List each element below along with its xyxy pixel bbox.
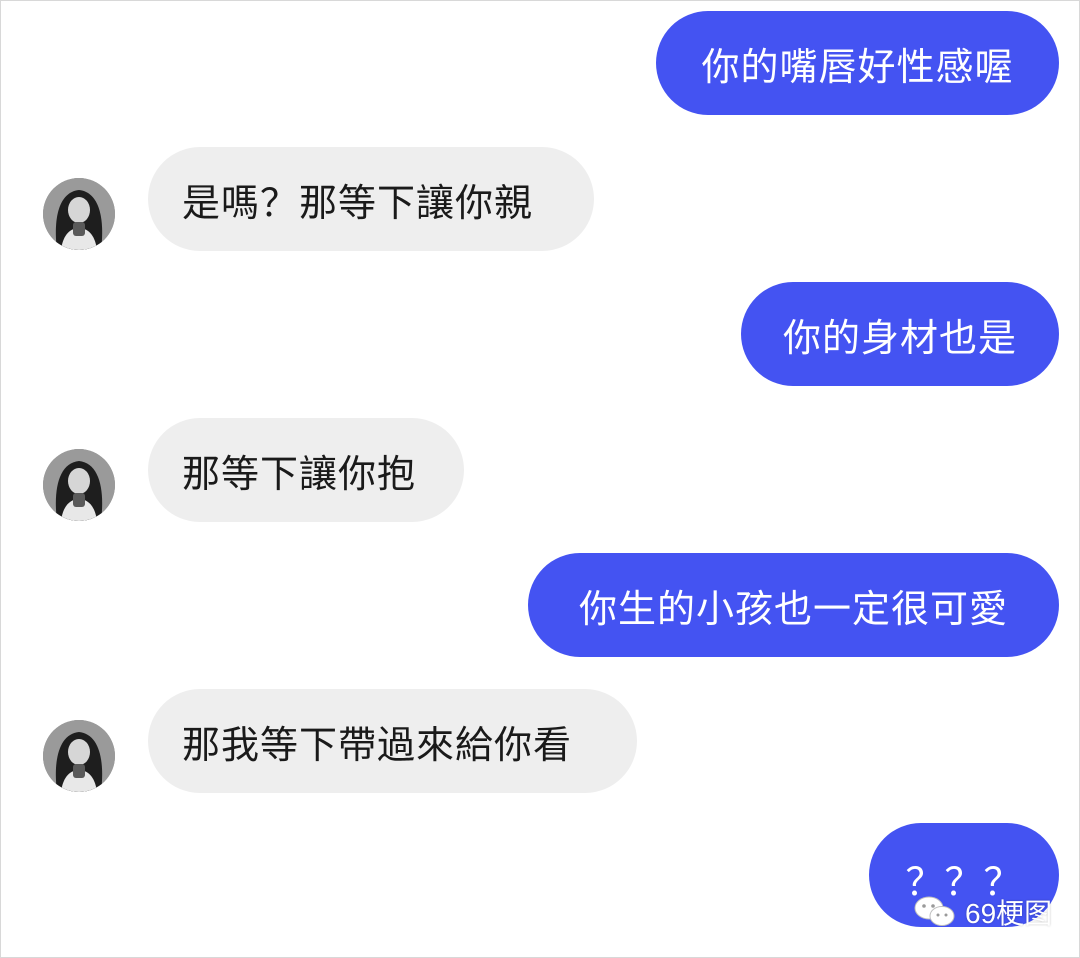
contact-avatar[interactable] bbox=[43, 178, 115, 250]
message-text: 是嗎？那等下讓你親 bbox=[182, 180, 534, 225]
message-bubble-received[interactable]: 那我等下帶過來給你看 bbox=[148, 689, 637, 793]
avatar-photo-icon bbox=[43, 449, 115, 521]
message-text: 你的身材也是 bbox=[782, 315, 1017, 360]
avatar-photo-icon bbox=[43, 720, 115, 792]
contact-avatar[interactable] bbox=[43, 720, 115, 792]
watermark-text: 69梗图 bbox=[965, 898, 1053, 929]
message-text: 那等下讓你抱 bbox=[182, 451, 417, 496]
message-bubble-received[interactable]: 是嗎？那等下讓你親 bbox=[148, 147, 594, 251]
message-bubble-sent[interactable]: 你生的小孩也一定很可愛 bbox=[528, 553, 1059, 657]
message-text: 那我等下帶過來給你看 bbox=[182, 722, 573, 767]
message-text: 你生的小孩也一定很可愛 bbox=[578, 586, 1008, 631]
message-bubble-sent[interactable]: 你的嘴唇好性感喔 bbox=[656, 11, 1059, 115]
chat-frame: 你的嘴唇好性感喔 是嗎？那等下讓你親 你的身材也是 那等下讓你抱 你生的小孩也一… bbox=[0, 0, 1080, 958]
message-bubble-sent[interactable]: 你的身材也是 bbox=[741, 282, 1059, 386]
message-bubble-received[interactable]: 那等下讓你抱 bbox=[148, 418, 464, 522]
avatar-photo-icon bbox=[43, 178, 115, 250]
watermark: 69梗图 bbox=[913, 892, 1052, 932]
contact-avatar[interactable] bbox=[43, 449, 115, 521]
message-text: 你的嘴唇好性感喔 bbox=[701, 44, 1014, 89]
wechat-icon bbox=[914, 896, 955, 926]
